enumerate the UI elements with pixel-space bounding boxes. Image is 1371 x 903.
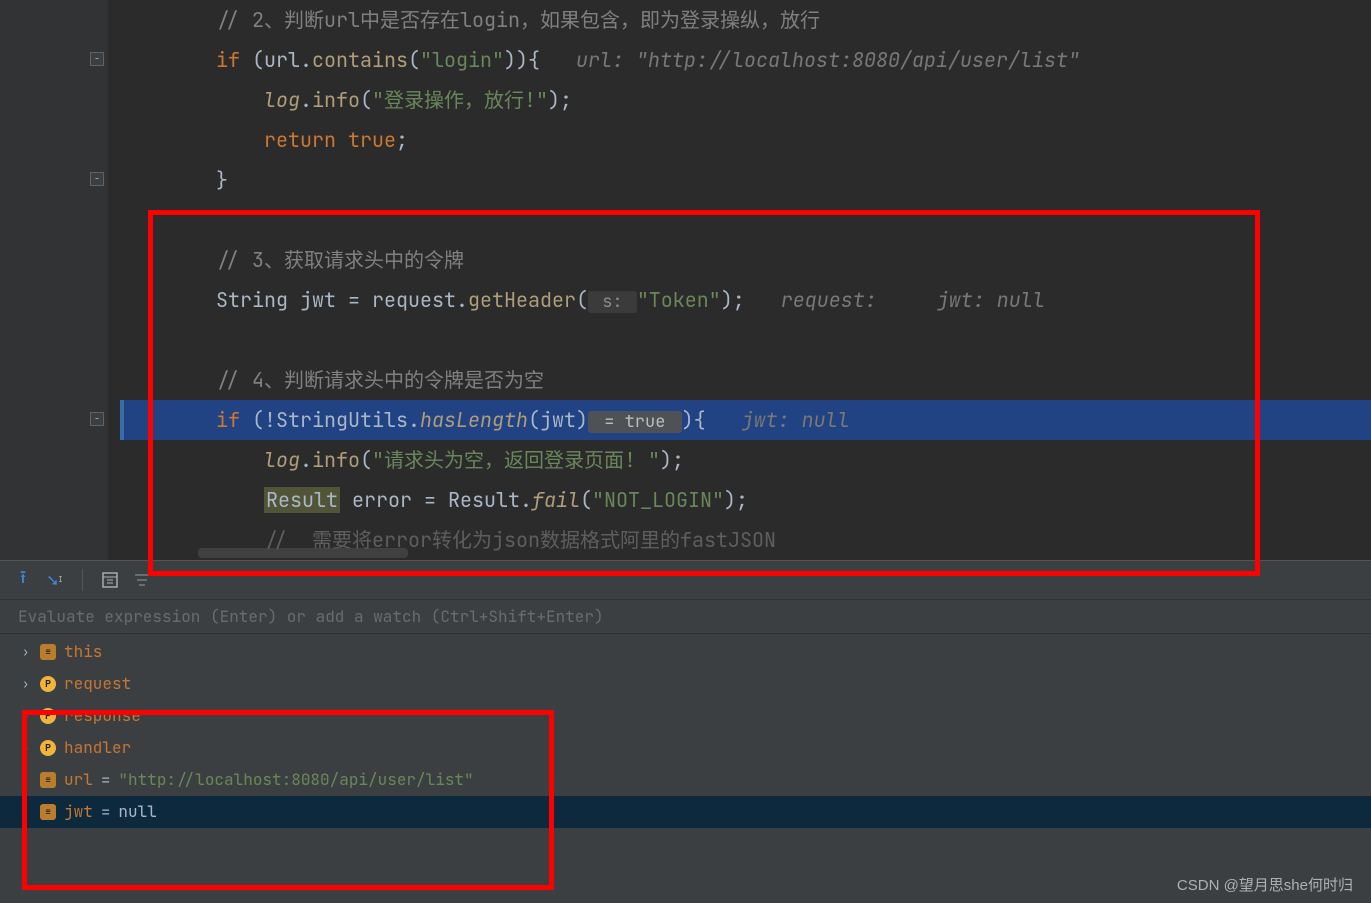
inline-hint-request: request: bbox=[781, 287, 877, 313]
upload-icon[interactable]: ⭱ bbox=[14, 571, 32, 589]
param-icon: P bbox=[40, 676, 56, 692]
filter-icon[interactable] bbox=[133, 571, 151, 589]
evaluate-placeholder: Evaluate expression (Enter) or add a wat… bbox=[18, 606, 604, 627]
param-icon: P bbox=[40, 740, 56, 756]
keyword-return: return true bbox=[264, 127, 396, 153]
chevron-right-icon[interactable]: › bbox=[22, 668, 32, 700]
variable-handler[interactable]: › P handler bbox=[0, 732, 1371, 764]
variable-response[interactable]: › P response bbox=[0, 700, 1371, 732]
comment: // 3、获取请求头中的令牌 bbox=[216, 247, 464, 273]
inline-hint-jwt: jwt: null bbox=[937, 287, 1045, 313]
object-icon: ≡ bbox=[40, 644, 56, 660]
inline-hint-jwt: jwt: null bbox=[742, 407, 850, 433]
cursor-icon[interactable]: ➘I bbox=[46, 571, 64, 589]
fold-icon[interactable]: − bbox=[90, 52, 104, 66]
gutter: − − − bbox=[0, 0, 108, 560]
variable-this[interactable]: › ≡ this bbox=[0, 636, 1371, 668]
chevron-right-icon[interactable]: › bbox=[22, 636, 32, 668]
variable-request[interactable]: › P request bbox=[0, 668, 1371, 700]
comment: // 2、判断url中是否存在login，如果包含，即为登录操纵，放行 bbox=[216, 7, 820, 33]
separator bbox=[82, 569, 83, 591]
fold-icon[interactable]: − bbox=[90, 172, 104, 186]
inline-eval-result: = true bbox=[588, 411, 682, 433]
variables-panel[interactable]: › ≡ this › P request › P response › P ha… bbox=[0, 634, 1371, 903]
calculator-icon[interactable] bbox=[101, 571, 119, 589]
variable-url[interactable]: ≡ url = "http://localhost:8080/api/user/… bbox=[0, 764, 1371, 796]
object-icon: ≡ bbox=[40, 772, 56, 788]
comment: // 4、判断请求头中的令牌是否为空 bbox=[216, 367, 544, 393]
param-hint: s: bbox=[588, 291, 637, 313]
breakpoint-stripe bbox=[120, 400, 124, 440]
current-execution-line: if (!StringUtils.hasLength(jwt) = true )… bbox=[120, 400, 1371, 440]
keyword-if: if bbox=[216, 47, 252, 73]
horizontal-scrollbar[interactable] bbox=[198, 548, 408, 558]
chevron-right-icon[interactable]: › bbox=[22, 732, 32, 764]
fold-icon[interactable]: − bbox=[90, 412, 104, 426]
param-icon: P bbox=[40, 708, 56, 724]
debugger-toolbar: ⭱ ➘I bbox=[0, 560, 1371, 600]
code-editor[interactable]: − − − // 2、判断url中是否存在login，如果包含，即为登录操纵，放… bbox=[0, 0, 1371, 560]
inline-hint-url: url: "http://localhost:8080/api/user/lis… bbox=[576, 47, 1080, 73]
variable-jwt[interactable]: ≡ jwt = null bbox=[0, 796, 1371, 828]
evaluate-expression-input[interactable]: Evaluate expression (Enter) or add a wat… bbox=[0, 600, 1371, 634]
watermark: CSDN @望月思she何时归 bbox=[1177, 874, 1353, 895]
chevron-right-icon[interactable]: › bbox=[22, 700, 32, 732]
code-content[interactable]: // 2、判断url中是否存在login，如果包含，即为登录操纵，放行 if (… bbox=[108, 0, 1371, 560]
object-icon: ≡ bbox=[40, 804, 56, 820]
